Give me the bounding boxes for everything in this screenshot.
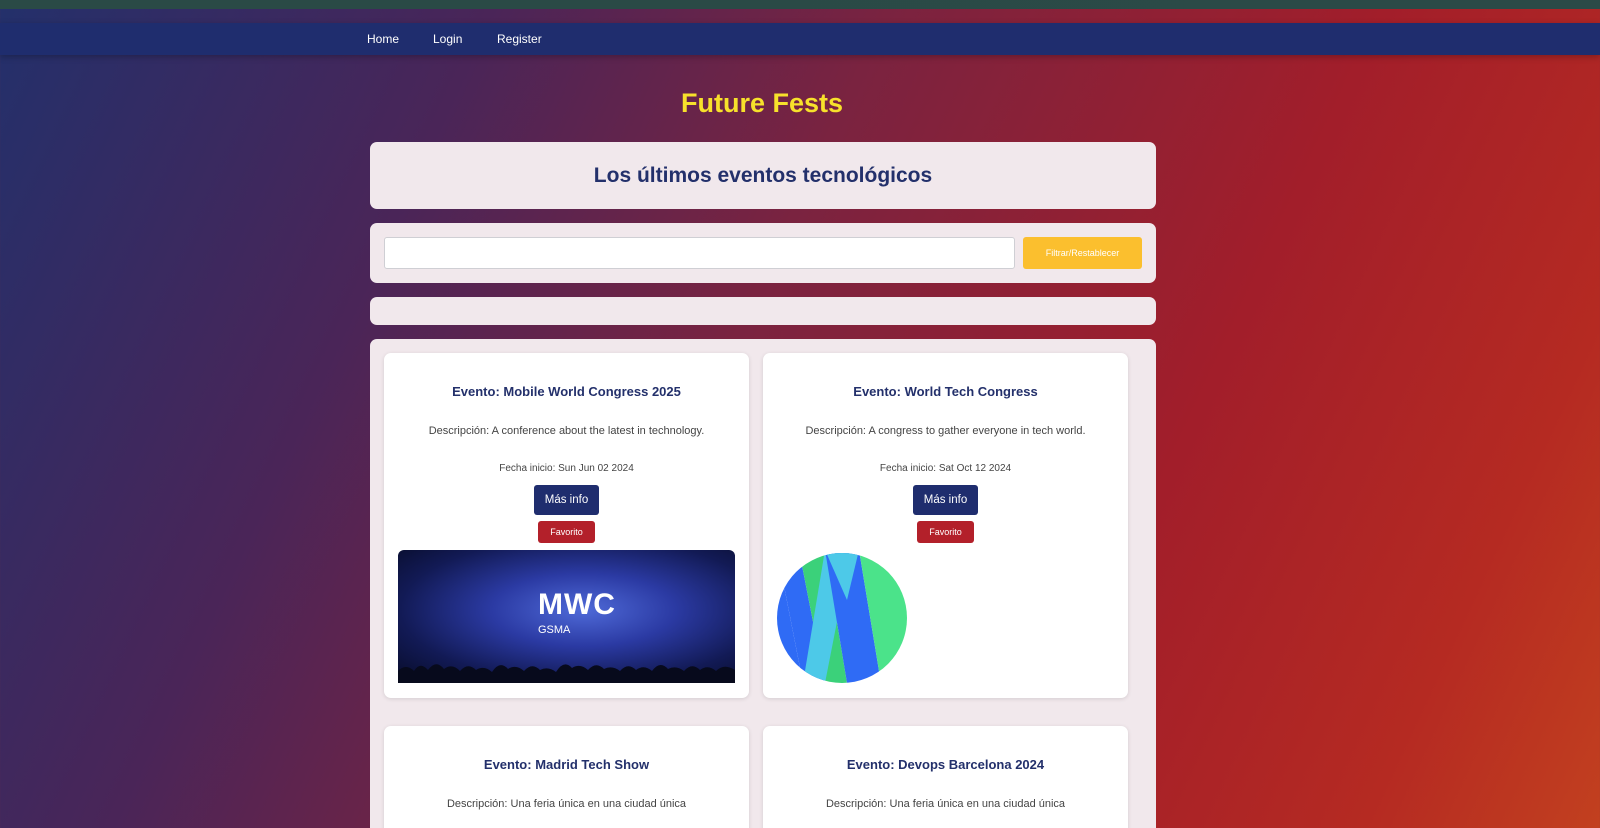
event-card: Evento: Madrid Tech Show Descripción: Un… [384,726,749,828]
event-card: Evento: World Tech Congress Descripción:… [763,353,1128,698]
event-description: Descripción: Una feria única en una ciud… [825,798,1066,810]
site-title: Future Fests [680,88,844,118]
favorite-button[interactable]: Favorito [538,521,595,543]
event-description: Descripción: A congress to gather everyo… [805,425,1086,437]
filter-reset-button[interactable]: Filtrar/Restablecer [1023,237,1142,269]
event-description: Descripción: A conference about the late… [428,425,705,437]
more-info-button[interactable]: Más info [913,485,978,515]
filter-panel: Filtrar/Restablecer [370,223,1156,283]
hero-panel: Los últimos eventos tecnológicos [370,142,1156,209]
event-date: Fecha inicio: Sat Oct 12 2024 [879,463,1012,474]
gsma-logo: GSMA [538,624,571,636]
crowd-silhouette [398,664,735,683]
event-title: Evento: Devops Barcelona 2024 [846,757,1045,772]
event-card: Evento: Devops Barcelona 2024 Descripció… [763,726,1128,828]
mwc-stage-image: MWC GSMA [398,550,735,683]
hero-heading: Los últimos eventos tecnológicos [593,164,933,187]
nav-login-link[interactable]: Login [433,23,462,55]
empty-panel [370,297,1156,325]
event-date: Fecha inicio: Sun Jun 02 2024 [499,463,634,474]
event-title: Evento: Madrid Tech Show [483,757,650,772]
search-input[interactable] [384,237,1015,269]
event-title: Evento: World Tech Congress [853,384,1038,399]
event-title: Evento: Mobile World Congress 2025 [452,384,681,399]
w-logo-image [777,550,907,683]
top-strip [0,0,1600,9]
nav-register-link[interactable]: Register [497,23,542,55]
mwc-logo: MWC [538,588,616,621]
navbar: Home Login Register [0,23,1600,55]
events-panel: Evento: Mobile World Congress 2025 Descr… [370,339,1156,828]
favorite-button[interactable]: Favorito [917,521,974,543]
event-description: Descripción: Una feria única en una ciud… [446,798,687,810]
more-info-button[interactable]: Más info [534,485,599,515]
nav-home-link[interactable]: Home [367,23,399,55]
w-logo-icon [777,553,907,683]
event-card: Evento: Mobile World Congress 2025 Descr… [384,353,749,698]
